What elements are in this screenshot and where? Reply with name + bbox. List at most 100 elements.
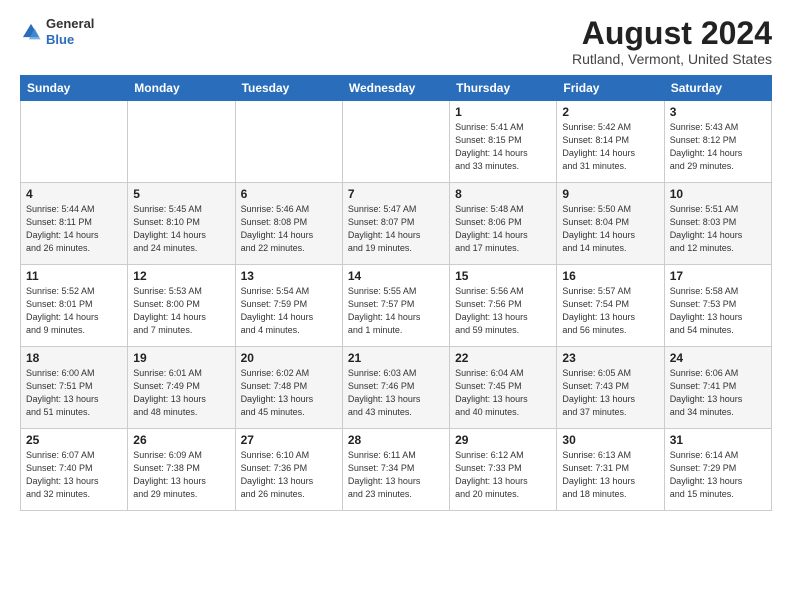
day-number: 22 [455,351,551,365]
day-info: Sunrise: 6:09 AMSunset: 7:38 PMDaylight:… [133,449,229,501]
day-cell: 30 Sunrise: 6:13 AMSunset: 7:31 PMDayligh… [557,429,664,511]
weekday-header-tuesday: Tuesday [235,76,342,101]
day-number: 11 [26,269,122,283]
calendar: SundayMondayTuesdayWednesdayThursdayFrid… [20,75,772,511]
day-number: 2 [562,105,658,119]
weekday-header-saturday: Saturday [664,76,771,101]
title-block: August 2024 Rutland, Vermont, United Sta… [572,16,772,67]
day-info: Sunrise: 5:56 AMSunset: 7:56 PMDaylight:… [455,285,551,337]
day-info: Sunrise: 5:50 AMSunset: 8:04 PMDaylight:… [562,203,658,255]
day-info: Sunrise: 6:13 AMSunset: 7:31 PMDaylight:… [562,449,658,501]
weekday-header-friday: Friday [557,76,664,101]
day-info: Sunrise: 5:55 AMSunset: 7:57 PMDaylight:… [348,285,444,337]
day-number: 20 [241,351,337,365]
day-cell: 20 Sunrise: 6:02 AMSunset: 7:48 PMDayligh… [235,347,342,429]
day-info: Sunrise: 5:47 AMSunset: 8:07 PMDaylight:… [348,203,444,255]
weekday-header-wednesday: Wednesday [342,76,449,101]
day-number: 31 [670,433,766,447]
day-cell: 11 Sunrise: 5:52 AMSunset: 8:01 PMDayligh… [21,265,128,347]
day-info: Sunrise: 5:51 AMSunset: 8:03 PMDaylight:… [670,203,766,255]
day-info: Sunrise: 5:42 AMSunset: 8:14 PMDaylight:… [562,121,658,173]
day-number: 25 [26,433,122,447]
day-cell: 23Sunrise: 6:05 AMSunset: 7:43 PMDayligh… [557,347,664,429]
day-cell: 3 Sunrise: 5:43 AMSunset: 8:12 PMDaylight… [664,101,771,183]
day-info: Sunrise: 5:41 AMSunset: 8:15 PMDaylight:… [455,121,551,173]
day-info: Sunrise: 5:53 AMSunset: 8:00 PMDaylight:… [133,285,229,337]
day-cell: 10 Sunrise: 5:51 AMSunset: 8:03 PMDayligh… [664,183,771,265]
week-row-2: 4 Sunrise: 5:44 AMSunset: 8:11 PMDaylight… [21,183,772,265]
day-info: Sunrise: 6:00 AMSunset: 7:51 PMDaylight:… [26,367,122,419]
logo: General Blue [20,16,94,47]
day-cell: 14Sunrise: 5:55 AMSunset: 7:57 PMDayligh… [342,265,449,347]
day-info: Sunrise: 6:06 AMSunset: 7:41 PMDaylight:… [670,367,766,419]
day-number: 26 [133,433,229,447]
day-number: 10 [670,187,766,201]
day-cell [342,101,449,183]
day-number: 8 [455,187,551,201]
day-cell: 1Sunrise: 5:41 AMSunset: 8:15 PMDaylight… [450,101,557,183]
day-cell: 28 Sunrise: 6:11 AMSunset: 7:34 PMDayligh… [342,429,449,511]
week-row-3: 11 Sunrise: 5:52 AMSunset: 8:01 PMDayligh… [21,265,772,347]
page: General Blue August 2024 Rutland, Vermon… [0,0,792,612]
day-number: 30 [562,433,658,447]
day-number: 24 [670,351,766,365]
day-cell: 9Sunrise: 5:50 AMSunset: 8:04 PMDaylight… [557,183,664,265]
day-cell: 31 Sunrise: 6:14 AMSunset: 7:29 PMDayligh… [664,429,771,511]
weekday-header-monday: Monday [128,76,235,101]
day-cell: 6Sunrise: 5:46 AMSunset: 8:08 PMDaylight… [235,183,342,265]
day-info: Sunrise: 5:45 AMSunset: 8:10 PMDaylight:… [133,203,229,255]
day-number: 16 [562,269,658,283]
day-cell: 13Sunrise: 5:54 AMSunset: 7:59 PMDayligh… [235,265,342,347]
day-info: Sunrise: 6:05 AMSunset: 7:43 PMDaylight:… [562,367,658,419]
day-cell: 4 Sunrise: 5:44 AMSunset: 8:11 PMDaylight… [21,183,128,265]
day-number: 4 [26,187,122,201]
day-info: Sunrise: 5:52 AMSunset: 8:01 PMDaylight:… [26,285,122,337]
day-cell [128,101,235,183]
day-number: 12 [133,269,229,283]
week-row-5: 25Sunrise: 6:07 AMSunset: 7:40 PMDayligh… [21,429,772,511]
day-number: 28 [348,433,444,447]
day-cell: 26 Sunrise: 6:09 AMSunset: 7:38 PMDayligh… [128,429,235,511]
day-number: 15 [455,269,551,283]
week-row-1: 1Sunrise: 5:41 AMSunset: 8:15 PMDaylight… [21,101,772,183]
day-cell: 27 Sunrise: 6:10 AMSunset: 7:36 PMDayligh… [235,429,342,511]
day-cell [21,101,128,183]
day-info: Sunrise: 5:58 AMSunset: 7:53 PMDaylight:… [670,285,766,337]
day-number: 3 [670,105,766,119]
day-cell: 19 Sunrise: 6:01 AMSunset: 7:49 PMDayligh… [128,347,235,429]
day-number: 5 [133,187,229,201]
day-info: Sunrise: 6:14 AMSunset: 7:29 PMDaylight:… [670,449,766,501]
day-cell: 8Sunrise: 5:48 AMSunset: 8:06 PMDaylight… [450,183,557,265]
day-info: Sunrise: 6:10 AMSunset: 7:36 PMDaylight:… [241,449,337,501]
month-title: August 2024 [572,16,772,51]
day-number: 21 [348,351,444,365]
day-number: 13 [241,269,337,283]
day-cell: 24 Sunrise: 6:06 AMSunset: 7:41 PMDayligh… [664,347,771,429]
day-number: 19 [133,351,229,365]
weekday-header-row: SundayMondayTuesdayWednesdayThursdayFrid… [21,76,772,101]
day-info: Sunrise: 6:11 AMSunset: 7:34 PMDaylight:… [348,449,444,501]
day-number: 7 [348,187,444,201]
day-cell: 17 Sunrise: 5:58 AMSunset: 7:53 PMDayligh… [664,265,771,347]
day-cell [235,101,342,183]
day-cell: 29Sunrise: 6:12 AMSunset: 7:33 PMDayligh… [450,429,557,511]
day-cell: 16Sunrise: 5:57 AMSunset: 7:54 PMDayligh… [557,265,664,347]
day-cell: 18Sunrise: 6:00 AMSunset: 7:51 PMDayligh… [21,347,128,429]
weekday-header-sunday: Sunday [21,76,128,101]
day-cell: 21Sunrise: 6:03 AMSunset: 7:46 PMDayligh… [342,347,449,429]
day-cell: 25Sunrise: 6:07 AMSunset: 7:40 PMDayligh… [21,429,128,511]
day-info: Sunrise: 6:01 AMSunset: 7:49 PMDaylight:… [133,367,229,419]
day-info: Sunrise: 5:44 AMSunset: 8:11 PMDaylight:… [26,203,122,255]
day-info: Sunrise: 6:02 AMSunset: 7:48 PMDaylight:… [241,367,337,419]
day-cell: 15 Sunrise: 5:56 AMSunset: 7:56 PMDayligh… [450,265,557,347]
day-number: 27 [241,433,337,447]
day-number: 17 [670,269,766,283]
header: General Blue August 2024 Rutland, Vermon… [20,16,772,67]
day-info: Sunrise: 5:43 AMSunset: 8:12 PMDaylight:… [670,121,766,173]
location: Rutland, Vermont, United States [572,51,772,67]
day-info: Sunrise: 6:04 AMSunset: 7:45 PMDaylight:… [455,367,551,419]
logo-blue-text: Blue [46,32,74,47]
weekday-header-thursday: Thursday [450,76,557,101]
day-info: Sunrise: 5:46 AMSunset: 8:08 PMDaylight:… [241,203,337,255]
logo-icon [20,21,42,43]
